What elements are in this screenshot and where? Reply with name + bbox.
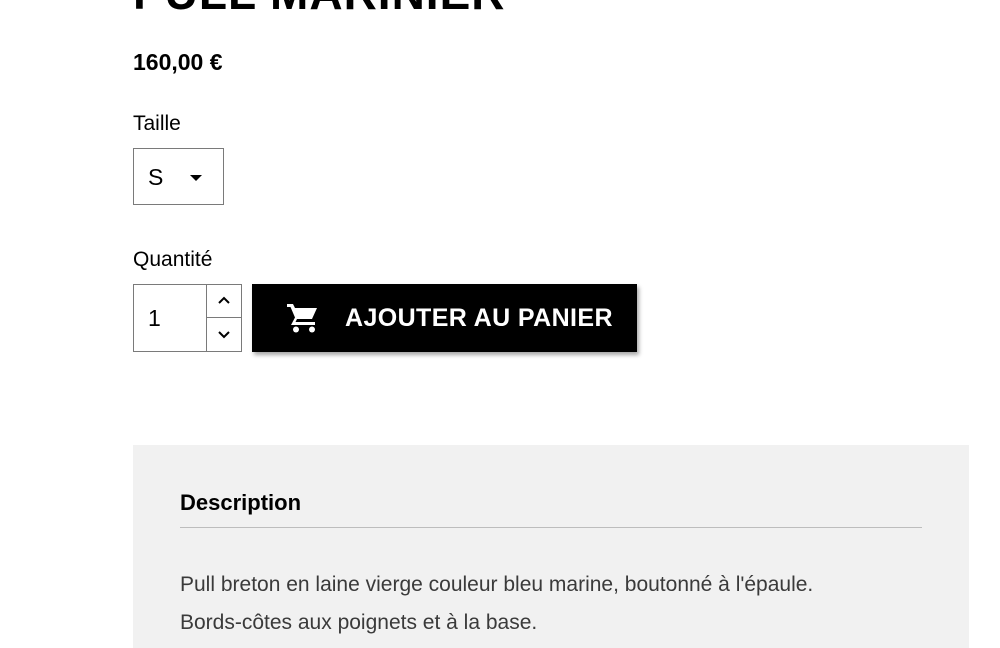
quantity-stepper xyxy=(133,284,242,352)
caret-down-icon xyxy=(190,175,202,181)
size-selected-value: S xyxy=(148,164,164,190)
description-line: Pull breton en laine vierge couleur bleu… xyxy=(180,573,814,596)
quantity-buttons xyxy=(206,285,241,351)
size-label: Taille xyxy=(133,112,181,135)
chevron-up-icon xyxy=(218,296,230,304)
description-heading: Description xyxy=(180,490,302,515)
description-divider xyxy=(180,527,922,528)
product-page: PULL MARINIER 160,00 € Taille S Quantité xyxy=(0,0,1000,648)
quantity-increase-button[interactable] xyxy=(207,285,241,318)
quantity-input[interactable] xyxy=(134,285,206,351)
description-panel: Description Pull breton en laine vierge … xyxy=(133,445,969,648)
quantity-decrease-button[interactable] xyxy=(207,318,241,351)
add-to-cart-label: AJOUTER AU PANIER xyxy=(345,304,613,332)
description-text: Pull breton en laine vierge couleur bleu… xyxy=(180,566,940,642)
product-title: PULL MARINIER xyxy=(133,0,506,16)
quantity-label: Quantité xyxy=(133,248,213,271)
add-to-cart-button[interactable]: AJOUTER AU PANIER xyxy=(252,284,637,352)
size-select[interactable]: S xyxy=(133,148,224,205)
chevron-down-icon xyxy=(218,331,230,339)
shopping-cart-icon xyxy=(287,304,317,333)
product-price: 160,00 € xyxy=(133,49,223,75)
description-line: Bords-côtes aux poignets et à la base. xyxy=(180,611,538,634)
